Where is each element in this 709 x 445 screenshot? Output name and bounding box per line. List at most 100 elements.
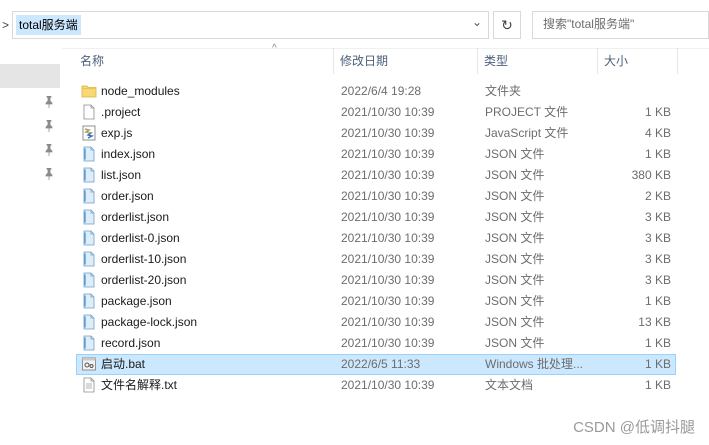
file-type: Windows 批处理... — [485, 357, 584, 371]
file-name: index.json — [101, 147, 156, 161]
file-size: 3 KB — [644, 273, 671, 287]
file-list: node_modules 2022/6/4 19:28 文件夹 .project 202… — [76, 81, 676, 396]
file-name: record.json — [101, 336, 161, 350]
column-header-size[interactable]: 大小 — [598, 48, 678, 74]
watermark: CSDN @低调抖腿 — [573, 419, 695, 436]
column-header-date[interactable]: 修改日期 — [334, 48, 478, 74]
file-row[interactable]: order.json 2021/10/30 10:39 JSON 文件 2 KB — [76, 186, 676, 207]
file-modified-date: 2021/10/30 10:39 — [341, 147, 435, 161]
json-file-icon — [81, 146, 97, 163]
txt-file-icon — [81, 377, 97, 394]
search-box[interactable] — [532, 11, 709, 39]
file-size: 13 KB — [638, 315, 671, 329]
file-type: JSON 文件 — [485, 336, 545, 350]
file-name: exp.js — [101, 126, 133, 140]
refresh-button[interactable]: ↻ — [493, 11, 521, 39]
file-row[interactable]: 文件名解释.txt 2021/10/30 10:39 文本文档 1 KB — [76, 375, 676, 396]
file-modified-date: 2021/10/30 10:39 — [341, 231, 435, 245]
file-name: package-lock.json — [101, 315, 198, 329]
column-header-type[interactable]: 类型 — [478, 48, 598, 74]
navigation-pane — [0, 48, 62, 445]
pin-icon[interactable] — [44, 120, 54, 132]
file-name: orderlist-10.json — [101, 252, 187, 266]
bat-file-icon — [81, 356, 97, 373]
file-row[interactable]: orderlist.json 2021/10/30 10:39 JSON 文件 3 K… — [76, 207, 676, 228]
folder-icon — [81, 83, 97, 100]
file-name: 启动.bat — [101, 357, 146, 371]
file-name: .project — [101, 105, 141, 119]
file-type: JSON 文件 — [485, 294, 545, 308]
json-file-icon — [81, 167, 97, 184]
file-modified-date: 2021/10/30 10:39 — [341, 252, 435, 266]
file-row[interactable]: list.json 2021/10/30 10:39 JSON 文件 380 KB — [76, 165, 676, 186]
file-row[interactable]: orderlist-0.json 2021/10/30 10:39 JSON 文件 3… — [76, 228, 676, 249]
column-divider[interactable] — [677, 48, 678, 74]
column-header-row: ^ 名称 修改日期 类型 大小 — [74, 43, 678, 74]
json-file-icon — [81, 251, 97, 268]
file-size: 4 KB — [644, 126, 671, 140]
address-bar[interactable]: total服务端 ⌄ — [12, 11, 489, 39]
json-file-icon — [81, 314, 97, 331]
file-row[interactable]: package-lock.json 2021/10/30 10:39 JSON 文件… — [76, 312, 676, 333]
file-type: JavaScript 文件 — [485, 126, 569, 140]
file-icon — [81, 104, 97, 121]
search-input[interactable] — [533, 12, 709, 36]
file-size: 1 KB — [644, 357, 671, 371]
js-file-icon — [81, 125, 97, 142]
file-row[interactable]: record.json 2021/10/30 10:39 JSON 文件 1 KB — [76, 333, 676, 354]
file-modified-date: 2021/10/30 10:39 — [341, 315, 435, 329]
file-modified-date: 2022/6/5 11:33 — [341, 357, 421, 371]
file-modified-date: 2021/10/30 10:39 — [341, 294, 435, 308]
file-modified-date: 2021/10/30 10:39 — [341, 336, 435, 350]
json-file-icon — [81, 209, 97, 226]
file-size: 3 KB — [644, 210, 671, 224]
file-size: 1 KB — [644, 105, 671, 119]
file-row[interactable]: package.json 2021/10/30 10:39 JSON 文件 1 KB — [76, 291, 676, 312]
pin-icon[interactable] — [44, 168, 54, 180]
chevron-down-icon[interactable]: ⌄ — [472, 15, 482, 29]
file-row[interactable]: exp.js 2021/10/30 10:39 JavaScript 文件 4 KB — [76, 123, 676, 144]
file-type: 文件夹 — [485, 84, 522, 98]
file-modified-date: 2021/10/30 10:39 — [341, 168, 435, 182]
file-row[interactable]: orderlist-20.json 2021/10/30 10:39 JSON 文件… — [76, 270, 676, 291]
file-modified-date: 2021/10/30 10:39 — [341, 273, 435, 287]
file-row[interactable]: orderlist-10.json 2021/10/30 10:39 JSON 文件… — [76, 249, 676, 270]
json-file-icon — [81, 272, 97, 289]
address-path[interactable]: total服务端 — [16, 15, 81, 35]
file-row[interactable]: node_modules 2022/6/4 19:28 文件夹 — [76, 81, 676, 102]
file-row[interactable]: index.json 2021/10/30 10:39 JSON 文件 1 KB — [76, 144, 676, 165]
json-file-icon — [81, 188, 97, 205]
file-row[interactable]: 启动.bat 2022/6/5 11:33 Windows 批处理... 1 KB — [76, 354, 676, 375]
file-type: JSON 文件 — [485, 231, 545, 245]
file-type: JSON 文件 — [485, 189, 545, 203]
file-modified-date: 2021/10/30 10:39 — [341, 210, 435, 224]
file-type: JSON 文件 — [485, 210, 545, 224]
nav-item-selected[interactable] — [0, 64, 60, 88]
breadcrumb-chevron-icon[interactable]: > — [2, 18, 9, 32]
file-name: orderlist-20.json — [101, 273, 187, 287]
file-modified-date: 2022/6/4 19:28 — [341, 84, 422, 98]
file-size: 380 KB — [631, 168, 671, 182]
pin-icon[interactable] — [44, 144, 54, 156]
file-type: JSON 文件 — [485, 168, 545, 182]
json-file-icon — [81, 335, 97, 352]
file-size: 1 KB — [644, 147, 671, 161]
file-size: 1 KB — [644, 294, 671, 308]
address-toolbar: > total服务端 ⌄ ↻ — [0, 0, 709, 49]
file-modified-date: 2021/10/30 10:39 — [341, 378, 435, 392]
file-name: node_modules — [101, 84, 180, 98]
file-size: 3 KB — [644, 252, 671, 266]
file-type: 文本文档 — [485, 378, 534, 392]
file-name: package.json — [101, 294, 172, 308]
file-type: JSON 文件 — [485, 273, 545, 287]
file-row[interactable]: .project 2021/10/30 10:39 PROJECT 文件 1 KB — [76, 102, 676, 123]
file-type: JSON 文件 — [485, 315, 545, 329]
file-size: 1 KB — [644, 378, 671, 392]
file-name: orderlist.json — [101, 210, 170, 224]
column-header-name[interactable]: 名称 — [74, 48, 334, 74]
json-file-icon — [81, 293, 97, 310]
file-name: list.json — [101, 168, 142, 182]
pin-icon[interactable] — [44, 96, 54, 108]
file-modified-date: 2021/10/30 10:39 — [341, 189, 435, 203]
file-type: PROJECT 文件 — [485, 105, 569, 119]
